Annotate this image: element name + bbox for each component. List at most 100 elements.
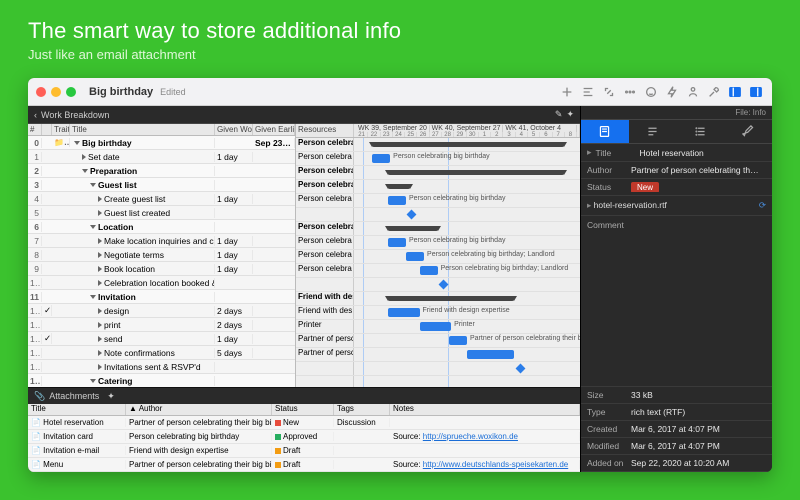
attachment-row[interactable]: 📄 Invitation e-mailFriend with design ex… — [28, 444, 580, 458]
meta-value: Sep 22, 2020 at 10:20 AM — [631, 458, 766, 468]
outline-row[interactable]: 3Guest list — [28, 178, 295, 192]
gantt-chart: Resources WK 39, September 20WK 40, Sept… — [296, 124, 580, 387]
val-author[interactable]: Partner of person celebrating th… — [631, 165, 766, 175]
info-header: File: Info — [735, 108, 766, 117]
section-bar: ‹ Work Breakdown ✎ ✦ — [28, 106, 580, 124]
gantt-row[interactable]: Partner of perscPartner of person celebr… — [296, 334, 580, 348]
tab-info[interactable] — [581, 120, 629, 143]
tab-notes[interactable] — [629, 120, 677, 143]
minimize-icon[interactable] — [51, 87, 61, 97]
zoom-icon[interactable] — [66, 87, 76, 97]
person-icon[interactable] — [685, 84, 701, 100]
breadcrumb[interactable]: Work Breakdown — [41, 110, 109, 120]
chevron-left-icon[interactable]: ‹ — [34, 110, 37, 120]
outline-row[interactable]: 13print2 days — [28, 318, 295, 332]
outline-row[interactable]: 17Catering — [28, 374, 295, 387]
att-col-title[interactable]: Title — [28, 404, 126, 415]
wrench-icon[interactable]: ✦ — [107, 391, 115, 402]
meta-label: Modified — [587, 441, 631, 451]
window-title: Big birthday — [89, 86, 153, 98]
bolt-icon[interactable] — [664, 84, 680, 100]
outline-row[interactable]: 1Set date1 day — [28, 150, 295, 164]
meta-label: Type — [587, 407, 631, 417]
col-traits[interactable]: Traits — [52, 124, 70, 135]
tab-edit[interactable] — [724, 120, 772, 143]
att-col-tags[interactable]: Tags — [334, 404, 390, 415]
col-flag[interactable] — [42, 124, 52, 135]
meta-value: 33 kB — [631, 390, 766, 400]
outline-row[interactable]: 2Preparation — [28, 164, 295, 178]
outline-row[interactable]: 11Invitation — [28, 290, 295, 304]
more-icon[interactable] — [622, 84, 638, 100]
lbl-status: Status — [587, 182, 631, 192]
gantt-row[interactable] — [296, 362, 580, 376]
outline-row[interactable]: 7Make location inquiries and compare1 da… — [28, 234, 295, 248]
outline-row[interactable]: 4Create guest list1 day — [28, 192, 295, 206]
gantt-row[interactable] — [296, 208, 580, 222]
tool-icon[interactable] — [706, 84, 722, 100]
meta-label: Added on — [587, 458, 631, 468]
gantt-row[interactable]: Person celebra — [296, 180, 580, 194]
gantt-row[interactable]: Person celebraPerson celebrating big bir… — [296, 194, 580, 208]
attachments-panel: 📎 Attachments ✦ Title ▲ Author Status Ta… — [28, 387, 580, 472]
gantt-row[interactable]: Partner of persc — [296, 348, 580, 362]
att-col-author[interactable]: ▲ Author — [126, 404, 272, 415]
gantt-row[interactable]: Person celebra — [296, 138, 580, 152]
hero-subtitle: Just like an email attachment — [28, 47, 772, 62]
sidebar-left-icon[interactable] — [727, 84, 743, 100]
col-resources[interactable]: Resources — [296, 124, 354, 137]
attachment-row[interactable]: 📄 Invitation cardPerson celebrating big … — [28, 430, 580, 444]
gantt-row[interactable]: Person celebra — [296, 166, 580, 180]
gantt-row[interactable]: Person celebrating birthday — [296, 222, 580, 236]
add-icon[interactable] — [559, 84, 575, 100]
outline-row[interactable]: 10Celebration location booked & confirme… — [28, 276, 295, 290]
outline-row[interactable]: 0📁⏰Big birthdaySep 23, 2020 — [28, 136, 295, 150]
indent-icon[interactable] — [580, 84, 596, 100]
attached-file[interactable]: hotel-reservation.rtf — [594, 200, 667, 210]
outline-row[interactable]: 14✓send1 day — [28, 332, 295, 346]
link-icon[interactable] — [601, 84, 617, 100]
att-col-status[interactable]: Status — [272, 404, 334, 415]
status-badge[interactable]: New — [631, 182, 659, 192]
window-subtitle: Edited — [160, 87, 186, 97]
wrench-icon[interactable]: ✦ — [566, 109, 574, 120]
col-num[interactable]: # — [28, 124, 42, 135]
gantt-row[interactable]: Person celebraPerson celebrating big bir… — [296, 152, 580, 166]
smile-icon[interactable] — [643, 84, 659, 100]
outline-row[interactable]: 12✓design2 days — [28, 304, 295, 318]
col-given-earliest[interactable]: Given Earliest Start — [253, 124, 295, 135]
sidebar-right-icon[interactable] — [748, 84, 764, 100]
outline-row[interactable]: 9Book location1 day — [28, 262, 295, 276]
attachment-row[interactable]: 📄 MenuPartner of person celebrating thei… — [28, 458, 580, 472]
gantt-row[interactable]: Person celebraPerson celebrating big bir… — [296, 250, 580, 264]
app-window: Big birthday Edited ‹ Work Breakdown ✎ ✦ — [28, 78, 772, 472]
gantt-row[interactable]: Person celebraPerson celebrating big bir… — [296, 264, 580, 278]
wand-icon[interactable]: ✎ — [555, 109, 563, 120]
attachments-title: Attachments — [49, 391, 99, 401]
meta-label: Size — [587, 390, 631, 400]
gantt-row[interactable]: Friend with des — [296, 292, 580, 306]
gantt-row[interactable]: Person celebraPerson celebrating big bir… — [296, 236, 580, 250]
meta-value: Mar 6, 2017 at 4:07 PM — [631, 441, 766, 451]
comment-field[interactable]: Comment — [581, 216, 772, 386]
close-icon[interactable] — [36, 87, 46, 97]
tab-list[interactable] — [677, 120, 725, 143]
col-title[interactable]: Title — [70, 124, 215, 135]
att-col-notes[interactable]: Notes — [390, 404, 580, 415]
attachment-icon: 📎 — [34, 391, 45, 402]
meta-value: Mar 6, 2017 at 4:07 PM — [631, 424, 766, 434]
outline-row[interactable]: 16Invitations sent & RSVP'd — [28, 360, 295, 374]
gantt-row[interactable] — [296, 376, 580, 387]
col-given-work[interactable]: Given Work — [215, 124, 253, 135]
outline-row[interactable]: 15Note confirmations5 days — [28, 346, 295, 360]
gantt-row[interactable]: Friend with desFriend with design expert… — [296, 306, 580, 320]
outline-row[interactable]: 8Negotiate terms1 day — [28, 248, 295, 262]
outline-row[interactable]: 5Guest list created — [28, 206, 295, 220]
outline-row[interactable]: 6Location — [28, 220, 295, 234]
info-panel: File: Info ▸TitleHotel reservation Autho… — [580, 106, 772, 472]
gantt-row[interactable] — [296, 278, 580, 292]
gantt-row[interactable]: PrinterPrinter — [296, 320, 580, 334]
outline-table: # Traits Title Given Work Given Earliest… — [28, 124, 296, 387]
val-title[interactable]: Hotel reservation — [640, 148, 766, 158]
attachment-row[interactable]: 📄 Hotel reservationPartner of person cel… — [28, 416, 580, 430]
